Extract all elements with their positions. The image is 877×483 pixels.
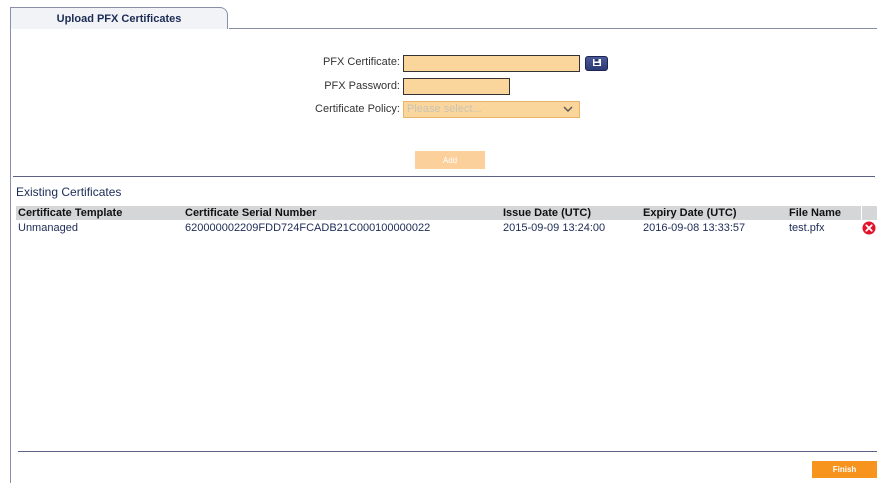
certificate-policy-select[interactable]: Please select... bbox=[403, 101, 580, 118]
add-button[interactable]: Add bbox=[415, 151, 485, 169]
certificates-table: Certificate Template Certificate Serial … bbox=[16, 206, 877, 236]
certificate-policy-label: Certificate Policy: bbox=[315, 103, 400, 115]
table-header: Certificate Template Certificate Serial … bbox=[16, 206, 877, 220]
tab-upload-pfx[interactable]: Upload PFX Certificates bbox=[10, 7, 228, 29]
existing-certificates-title: Existing Certificates bbox=[16, 185, 122, 199]
policy-label-row: Certificate Policy: bbox=[290, 103, 400, 115]
finish-button[interactable]: Finish bbox=[812, 461, 877, 478]
file-name-cell: test.pfx bbox=[789, 222, 825, 234]
column-header: File Name bbox=[789, 207, 841, 219]
serial-cell: 620000002209FDD724FCADB21C000100000022 bbox=[185, 222, 431, 234]
policy-placeholder: Please select... bbox=[407, 103, 482, 115]
column-divider bbox=[861, 206, 862, 220]
add-button-label: Add bbox=[442, 155, 458, 165]
expiry-date-cell: 2016-09-08 13:33:57 bbox=[643, 222, 746, 234]
table-row: Unmanaged 620000002209FDD724FCADB21C0001… bbox=[16, 220, 877, 236]
delete-icon[interactable] bbox=[862, 221, 876, 235]
footer-divider bbox=[18, 451, 877, 452]
chevron-down-icon bbox=[563, 103, 573, 118]
folder-browse-icon bbox=[592, 58, 602, 70]
section-divider bbox=[13, 176, 875, 177]
certificate-label-row: PFX Certificate: bbox=[300, 56, 400, 68]
column-header: Certificate Serial Number bbox=[185, 207, 317, 219]
tab-label: Upload PFX Certificates bbox=[56, 12, 182, 25]
pfx-password-field[interactable] bbox=[403, 78, 510, 95]
pfx-password-label: PFX Password: bbox=[324, 80, 400, 92]
pfx-certificate-label: PFX Certificate: bbox=[322, 56, 400, 68]
password-label-row: PFX Password: bbox=[300, 80, 400, 92]
tab-bar: Upload PFX Certificates bbox=[0, 0, 877, 30]
template-cell: Unmanaged bbox=[18, 222, 78, 234]
column-header: Expiry Date (UTC) bbox=[643, 207, 737, 219]
browse-button[interactable] bbox=[585, 56, 608, 71]
pfx-certificate-field[interactable] bbox=[403, 55, 580, 72]
content-panel bbox=[10, 29, 877, 483]
issue-date-cell: 2015-09-09 13:24:00 bbox=[503, 222, 606, 234]
column-header: Issue Date (UTC) bbox=[503, 207, 592, 219]
column-header: Certificate Template bbox=[18, 207, 123, 219]
finish-button-label: Finish bbox=[832, 465, 857, 474]
